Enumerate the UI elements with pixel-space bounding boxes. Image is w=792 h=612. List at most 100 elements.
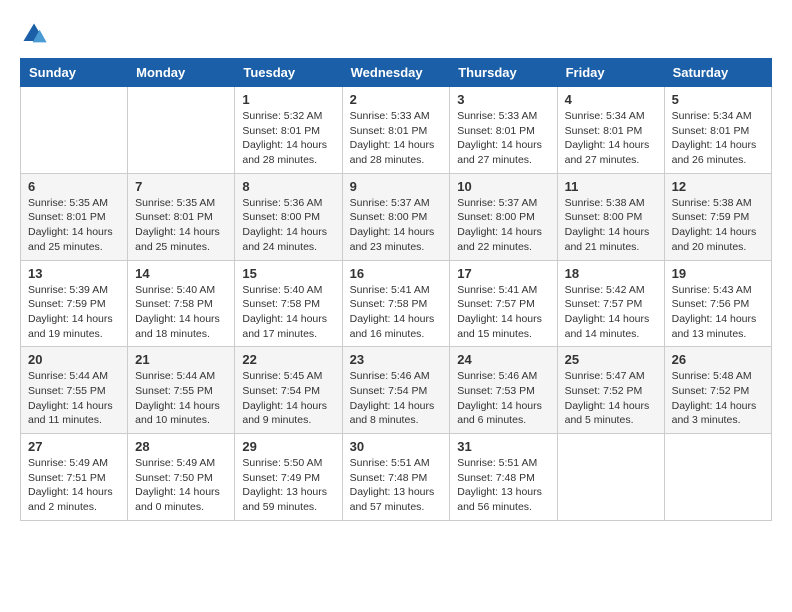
day-number: 5	[672, 92, 764, 107]
day-info: Sunrise: 5:39 AMSunset: 7:59 PMDaylight:…	[28, 283, 120, 342]
day-number: 27	[28, 439, 120, 454]
day-cell: 14 Sunrise: 5:40 AMSunset: 7:58 PMDayligh…	[128, 260, 235, 347]
day-info: Sunrise: 5:48 AMSunset: 7:52 PMDaylight:…	[672, 369, 764, 428]
day-number: 9	[350, 179, 443, 194]
weekday-header-sunday: Sunday	[21, 59, 128, 87]
day-cell: 28 Sunrise: 5:49 AMSunset: 7:50 PMDayligh…	[128, 434, 235, 521]
day-info: Sunrise: 5:46 AMSunset: 7:53 PMDaylight:…	[457, 369, 549, 428]
day-cell: 26Sunrise: 5:48 AMSunset: 7:52 PMDayligh…	[664, 347, 771, 434]
weekday-header-row: SundayMondayTuesdayWednesdayThursdayFrid…	[21, 59, 772, 87]
day-cell: 25 Sunrise: 5:47 AMSunset: 7:52 PMDayligh…	[557, 347, 664, 434]
day-info: Sunrise: 5:37 AMSunset: 8:00 PMDaylight:…	[350, 196, 443, 255]
week-row-5: 27 Sunrise: 5:49 AMSunset: 7:51 PMDayligh…	[21, 434, 772, 521]
day-number: 11	[565, 179, 657, 194]
day-cell	[128, 87, 235, 174]
day-cell: 27 Sunrise: 5:49 AMSunset: 7:51 PMDayligh…	[21, 434, 128, 521]
logo-icon	[20, 20, 48, 48]
day-info: Sunrise: 5:32 AMSunset: 8:01 PMDaylight:…	[242, 109, 334, 168]
logo	[20, 20, 52, 48]
day-cell: 21 Sunrise: 5:44 AMSunset: 7:55 PMDayligh…	[128, 347, 235, 434]
day-number: 21	[135, 352, 227, 367]
day-cell: 8 Sunrise: 5:36 AMSunset: 8:00 PMDaylight…	[235, 173, 342, 260]
weekday-header-monday: Monday	[128, 59, 235, 87]
day-info: Sunrise: 5:44 AMSunset: 7:55 PMDaylight:…	[135, 369, 227, 428]
day-info: Sunrise: 5:44 AMSunset: 7:55 PMDaylight:…	[28, 369, 120, 428]
day-number: 8	[242, 179, 334, 194]
day-number: 22	[242, 352, 334, 367]
day-cell: 4Sunrise: 5:34 AMSunset: 8:01 PMDaylight…	[557, 87, 664, 174]
weekday-header-thursday: Thursday	[450, 59, 557, 87]
page-header	[20, 20, 772, 48]
day-number: 10	[457, 179, 549, 194]
day-cell: 13Sunrise: 5:39 AMSunset: 7:59 PMDayligh…	[21, 260, 128, 347]
day-cell: 24 Sunrise: 5:46 AMSunset: 7:53 PMDayligh…	[450, 347, 557, 434]
day-info: Sunrise: 5:51 AMSunset: 7:48 PMDaylight:…	[350, 456, 443, 515]
day-info: Sunrise: 5:47 AMSunset: 7:52 PMDaylight:…	[565, 369, 657, 428]
day-info: Sunrise: 5:49 AMSunset: 7:50 PMDaylight:…	[135, 456, 227, 515]
day-info: Sunrise: 5:43 AMSunset: 7:56 PMDaylight:…	[672, 283, 764, 342]
day-cell: 9 Sunrise: 5:37 AMSunset: 8:00 PMDaylight…	[342, 173, 450, 260]
day-cell: 1 Sunrise: 5:32 AMSunset: 8:01 PMDaylight…	[235, 87, 342, 174]
week-row-4: 20 Sunrise: 5:44 AMSunset: 7:55 PMDayligh…	[21, 347, 772, 434]
day-number: 28	[135, 439, 227, 454]
day-cell: 15Sunrise: 5:40 AMSunset: 7:58 PMDayligh…	[235, 260, 342, 347]
day-cell: 7Sunrise: 5:35 AMSunset: 8:01 PMDaylight…	[128, 173, 235, 260]
day-cell: 16 Sunrise: 5:41 AMSunset: 7:58 PMDayligh…	[342, 260, 450, 347]
weekday-header-saturday: Saturday	[664, 59, 771, 87]
day-info: Sunrise: 5:38 AMSunset: 7:59 PMDaylight:…	[672, 196, 764, 255]
day-number: 31	[457, 439, 549, 454]
day-info: Sunrise: 5:40 AMSunset: 7:58 PMDaylight:…	[135, 283, 227, 342]
week-row-3: 13Sunrise: 5:39 AMSunset: 7:59 PMDayligh…	[21, 260, 772, 347]
day-cell: 17 Sunrise: 5:41 AMSunset: 7:57 PMDayligh…	[450, 260, 557, 347]
day-info: Sunrise: 5:36 AMSunset: 8:00 PMDaylight:…	[242, 196, 334, 255]
day-cell: 6 Sunrise: 5:35 AMSunset: 8:01 PMDaylight…	[21, 173, 128, 260]
day-cell: 2 Sunrise: 5:33 AMSunset: 8:01 PMDaylight…	[342, 87, 450, 174]
day-cell: 10 Sunrise: 5:37 AMSunset: 8:00 PMDayligh…	[450, 173, 557, 260]
day-number: 23	[350, 352, 443, 367]
day-info: Sunrise: 5:42 AMSunset: 7:57 PMDaylight:…	[565, 283, 657, 342]
day-info: Sunrise: 5:37 AMSunset: 8:00 PMDaylight:…	[457, 196, 549, 255]
day-cell: 20 Sunrise: 5:44 AMSunset: 7:55 PMDayligh…	[21, 347, 128, 434]
day-info: Sunrise: 5:33 AMSunset: 8:01 PMDaylight:…	[350, 109, 443, 168]
day-info: Sunrise: 5:40 AMSunset: 7:58 PMDaylight:…	[242, 283, 334, 342]
day-number: 7	[135, 179, 227, 194]
day-cell	[664, 434, 771, 521]
week-row-2: 6 Sunrise: 5:35 AMSunset: 8:01 PMDaylight…	[21, 173, 772, 260]
day-number: 16	[350, 266, 443, 281]
day-info: Sunrise: 5:33 AMSunset: 8:01 PMDaylight:…	[457, 109, 549, 168]
day-info: Sunrise: 5:41 AMSunset: 7:58 PMDaylight:…	[350, 283, 443, 342]
day-cell: 18 Sunrise: 5:42 AMSunset: 7:57 PMDayligh…	[557, 260, 664, 347]
day-cell: 30 Sunrise: 5:51 AMSunset: 7:48 PMDayligh…	[342, 434, 450, 521]
weekday-header-tuesday: Tuesday	[235, 59, 342, 87]
day-number: 29	[242, 439, 334, 454]
day-number: 30	[350, 439, 443, 454]
day-info: Sunrise: 5:41 AMSunset: 7:57 PMDaylight:…	[457, 283, 549, 342]
day-number: 12	[672, 179, 764, 194]
day-cell: 5 Sunrise: 5:34 AMSunset: 8:01 PMDaylight…	[664, 87, 771, 174]
day-info: Sunrise: 5:49 AMSunset: 7:51 PMDaylight:…	[28, 456, 120, 515]
day-info: Sunrise: 5:35 AMSunset: 8:01 PMDaylight:…	[28, 196, 120, 255]
day-info: Sunrise: 5:46 AMSunset: 7:54 PMDaylight:…	[350, 369, 443, 428]
day-cell	[21, 87, 128, 174]
day-number: 1	[242, 92, 334, 107]
weekday-header-friday: Friday	[557, 59, 664, 87]
day-cell: 23 Sunrise: 5:46 AMSunset: 7:54 PMDayligh…	[342, 347, 450, 434]
day-number: 17	[457, 266, 549, 281]
weekday-header-wednesday: Wednesday	[342, 59, 450, 87]
day-number: 18	[565, 266, 657, 281]
day-cell: 29Sunrise: 5:50 AMSunset: 7:49 PMDayligh…	[235, 434, 342, 521]
day-number: 3	[457, 92, 549, 107]
day-number: 24	[457, 352, 549, 367]
day-cell: 11 Sunrise: 5:38 AMSunset: 8:00 PMDayligh…	[557, 173, 664, 260]
day-cell: 3 Sunrise: 5:33 AMSunset: 8:01 PMDaylight…	[450, 87, 557, 174]
day-number: 20	[28, 352, 120, 367]
week-row-1: 1 Sunrise: 5:32 AMSunset: 8:01 PMDaylight…	[21, 87, 772, 174]
day-number: 14	[135, 266, 227, 281]
calendar-table: SundayMondayTuesdayWednesdayThursdayFrid…	[20, 58, 772, 521]
day-number: 6	[28, 179, 120, 194]
day-number: 25	[565, 352, 657, 367]
day-info: Sunrise: 5:34 AMSunset: 8:01 PMDaylight:…	[672, 109, 764, 168]
day-number: 2	[350, 92, 443, 107]
day-cell: 19Sunrise: 5:43 AMSunset: 7:56 PMDayligh…	[664, 260, 771, 347]
day-info: Sunrise: 5:38 AMSunset: 8:00 PMDaylight:…	[565, 196, 657, 255]
